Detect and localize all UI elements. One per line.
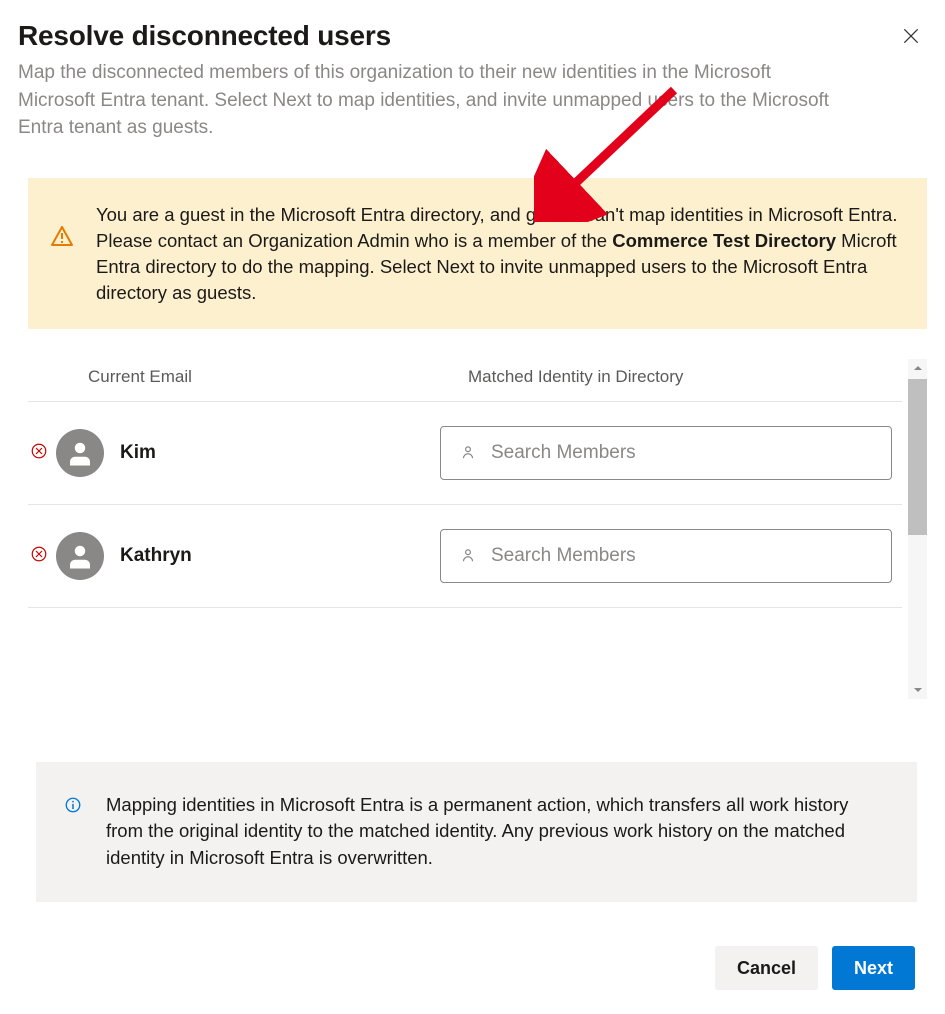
cancel-button[interactable]: Cancel [715,946,818,990]
remove-icon [30,545,48,563]
directory-name: Commerce Test Directory [612,230,836,251]
remove-user-button[interactable] [28,440,50,465]
guest-warning-text: You are a guest in the Microsoft Entra d… [96,202,901,307]
scroll-down-arrow-icon[interactable] [908,683,927,697]
person-icon [65,438,95,468]
search-members-input[interactable] [491,442,873,464]
person-search-icon [459,547,477,565]
person-search-icon [459,444,477,462]
scroll-up-arrow-icon[interactable] [908,361,927,375]
user-row: Kathryn [28,505,902,608]
user-name: Kathryn [120,545,440,567]
next-button[interactable]: Next [832,946,915,990]
dialog-subtitle: Map the disconnected members of this org… [18,59,838,142]
resolve-disconnected-users-dialog: Resolve disconnected users Map the disco… [0,0,945,1014]
user-row: Kim [28,402,902,505]
search-members-input[interactable] [491,545,873,567]
avatar [56,532,104,580]
dialog-footer: Cancel Next [18,946,927,990]
mapping-info-banner: Mapping identities in Microsoft Entra is… [36,762,917,902]
remove-user-button[interactable] [28,543,50,568]
search-members-combobox[interactable] [440,529,892,583]
close-icon [901,26,921,46]
scrollbar[interactable] [908,359,927,699]
dialog-header: Resolve disconnected users [18,20,927,55]
remove-icon [30,442,48,460]
person-icon [65,541,95,571]
column-current-email: Current Email [88,367,468,387]
close-button[interactable] [895,20,927,55]
warning-icon [50,224,74,253]
guest-warning-banner: You are a guest in the Microsoft Entra d… [28,178,927,329]
column-matched-identity: Matched Identity in Directory [468,367,902,387]
search-members-combobox[interactable] [440,426,892,480]
avatar [56,429,104,477]
mapping-info-text: Mapping identities in Microsoft Entra is… [106,792,883,872]
user-mapping-list: Current Email Matched Identity in Direct… [28,359,927,699]
info-icon [64,796,82,819]
dialog-title: Resolve disconnected users [18,20,391,52]
column-headers: Current Email Matched Identity in Direct… [28,359,902,402]
scrollbar-thumb[interactable] [908,379,927,535]
user-name: Kim [120,442,440,464]
